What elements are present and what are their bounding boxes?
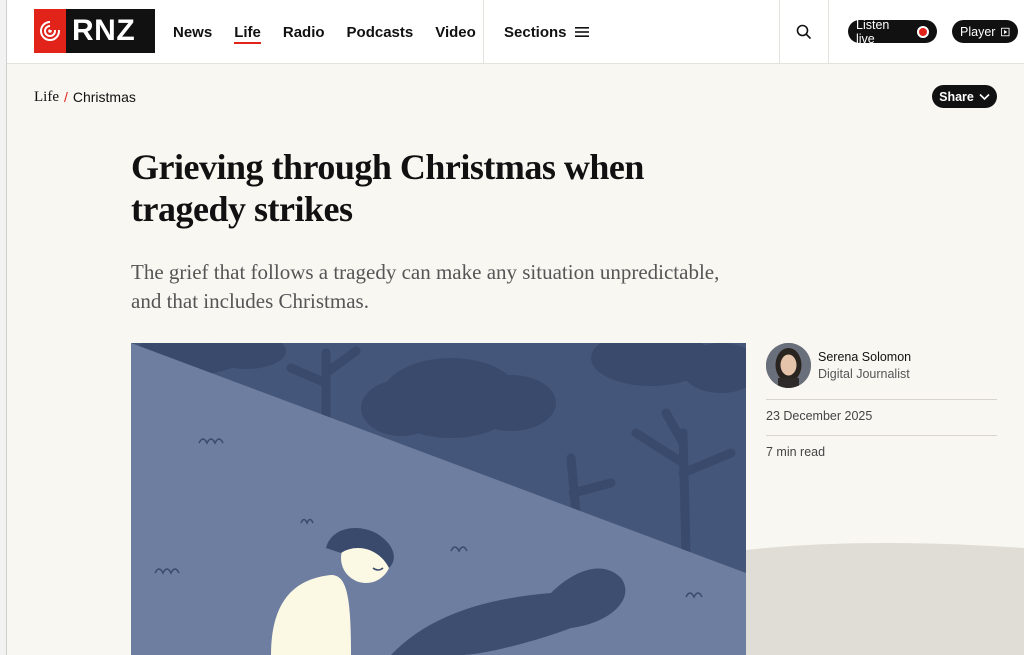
nav-life[interactable]: Life bbox=[234, 24, 261, 44]
breadcrumb-life[interactable]: Life bbox=[34, 89, 59, 106]
sections-label: Sections bbox=[504, 23, 567, 41]
byline-divider bbox=[766, 435, 997, 436]
share-button[interactable]: Share bbox=[932, 85, 997, 108]
author-name[interactable]: Serena Solomon bbox=[818, 350, 911, 364]
play-icon bbox=[1001, 27, 1010, 36]
listen-live-button[interactable]: Listen live bbox=[848, 17, 937, 46]
share-label: Share bbox=[939, 89, 974, 104]
hero-illustration bbox=[131, 343, 746, 655]
article-standfirst: The grief that follows a tragedy can mak… bbox=[131, 260, 720, 313]
menu-icon bbox=[574, 27, 589, 37]
listen-live-label: Listen live bbox=[856, 17, 890, 46]
search-icon bbox=[796, 24, 812, 40]
background-window-strip bbox=[0, 0, 7, 655]
breadcrumb: Life / Christmas bbox=[34, 89, 136, 106]
search-button[interactable] bbox=[779, 0, 829, 64]
byline-divider bbox=[766, 399, 997, 400]
logo-text: RNZ bbox=[72, 14, 136, 47]
chevron-down-icon bbox=[979, 93, 990, 100]
header-divider bbox=[483, 0, 484, 64]
author-avatar[interactable] bbox=[766, 343, 811, 388]
rnz-logo-icon bbox=[34, 9, 66, 53]
publish-date: 23 December 2025 bbox=[766, 409, 873, 423]
nav-video[interactable]: Video bbox=[435, 24, 476, 41]
player-button[interactable]: Player bbox=[952, 20, 1018, 43]
breadcrumb-christmas[interactable]: Christmas bbox=[73, 89, 136, 106]
browser-page: RNZ News Life Radio Podcasts Video Secti… bbox=[7, 0, 1024, 655]
nav-radio[interactable]: Radio bbox=[283, 24, 325, 41]
nav-news[interactable]: News bbox=[173, 24, 212, 41]
rnz-logo[interactable]: RNZ bbox=[34, 9, 155, 53]
article-title: Grieving through Christmas when tragedy … bbox=[131, 147, 644, 229]
background-shape bbox=[746, 543, 1024, 655]
sections-button[interactable]: Sections bbox=[504, 0, 589, 64]
nav-podcasts[interactable]: Podcasts bbox=[347, 24, 414, 41]
site-header: RNZ News Life Radio Podcasts Video Secti… bbox=[7, 0, 1024, 64]
main-nav: News Life Radio Podcasts Video bbox=[173, 0, 476, 64]
breadcrumb-separator: / bbox=[63, 89, 68, 105]
read-time: 7 min read bbox=[766, 445, 826, 459]
author-role: Digital Journalist bbox=[818, 367, 910, 381]
record-icon bbox=[917, 25, 929, 38]
player-label: Player bbox=[960, 24, 996, 39]
